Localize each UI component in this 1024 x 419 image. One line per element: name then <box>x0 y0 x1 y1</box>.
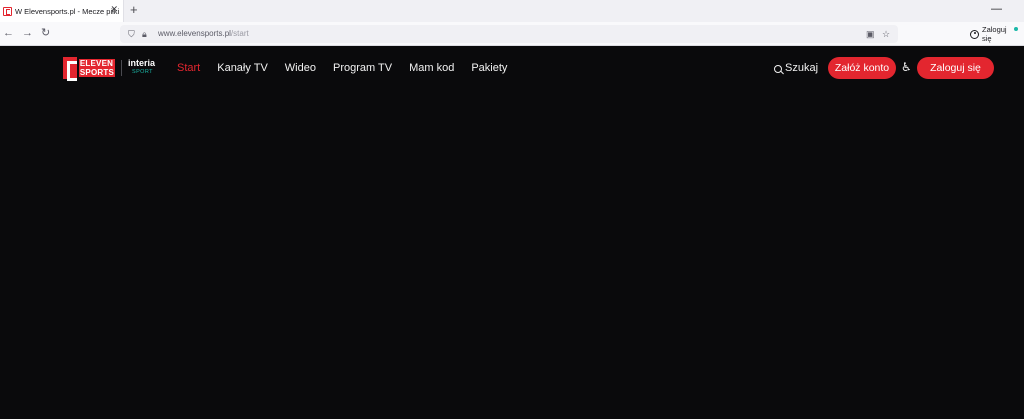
register-button[interactable]: Załóż konto <box>828 57 896 79</box>
browser-tab[interactable]: W Elevensports.pl - Mecze piłki ✕ <box>0 0 124 22</box>
nav-mam-kod[interactable]: Mam kod <box>409 62 454 75</box>
site-page: ELEVEN SPORTS interia SPORT Start Kanały… <box>0 46 1024 419</box>
browser-toolbar: ← → ↻ ⛉ 🔒︎ www.elevensports.pl/start ▣ ☆… <box>0 22 1024 46</box>
interia-name: interia <box>128 58 156 68</box>
new-tab-button[interactable]: + <box>130 3 138 16</box>
eleven-e-logo-icon <box>63 57 77 81</box>
e-favicon-icon <box>3 6 12 16</box>
logo-line2: SPORTS <box>78 68 115 77</box>
browser-account-button[interactable]: Zaloguj się <box>966 25 1018 43</box>
eleven-sports-logo[interactable]: ELEVEN SPORTS <box>63 57 115 81</box>
logo-line1: ELEVEN <box>78 59 115 68</box>
reload-button[interactable]: ↻ <box>41 26 50 40</box>
back-button[interactable]: ← <box>3 26 14 40</box>
nav-kanaly-tv[interactable]: Kanały TV <box>217 62 268 75</box>
minimize-button[interactable]: — <box>991 3 1002 15</box>
nav-program-tv[interactable]: Program TV <box>333 62 392 75</box>
forward-button[interactable]: → <box>22 26 33 40</box>
browser-tab-strip: W Elevensports.pl - Mecze piłki ✕ + — <box>0 0 1024 22</box>
login-button[interactable]: Zaloguj się <box>917 57 994 79</box>
tab-title: W Elevensports.pl - Mecze piłki <box>15 6 119 16</box>
nav-pakiety[interactable]: Pakiety <box>471 62 507 75</box>
lock-icon[interactable]: 🔒︎ <box>142 27 147 41</box>
notification-dot <box>1014 27 1018 31</box>
interia-sub: SPORT <box>132 69 153 75</box>
search-label: Szukaj <box>785 62 819 74</box>
search-icon <box>774 64 782 73</box>
nav-start[interactable]: Start <box>177 62 200 75</box>
accessibility-icon[interactable]: ♿︎ <box>901 61 912 73</box>
browser-login-label: Zaloguj się <box>982 25 1007 43</box>
search-button[interactable]: Szukaj <box>774 62 818 75</box>
tab-close-icon[interactable]: ✕ <box>110 5 118 14</box>
reader-icon[interactable]: ▣ <box>866 27 875 41</box>
star-icon[interactable]: ☆ <box>882 27 890 41</box>
nav-wideo[interactable]: Wideo <box>285 62 316 75</box>
url-text[interactable]: www.elevensports.pl/start <box>158 28 249 40</box>
logo-divider <box>121 60 122 76</box>
main-nav: Start Kanały TV Wideo Program TV Mam kod… <box>177 62 524 75</box>
interia-sport-logo[interactable]: interia SPORT <box>128 59 155 77</box>
address-bar[interactable]: ⛉ 🔒︎ www.elevensports.pl/start ▣ ☆ <box>120 25 898 43</box>
account-icon <box>970 29 979 39</box>
shield-icon[interactable]: ⛉ <box>128 27 135 41</box>
